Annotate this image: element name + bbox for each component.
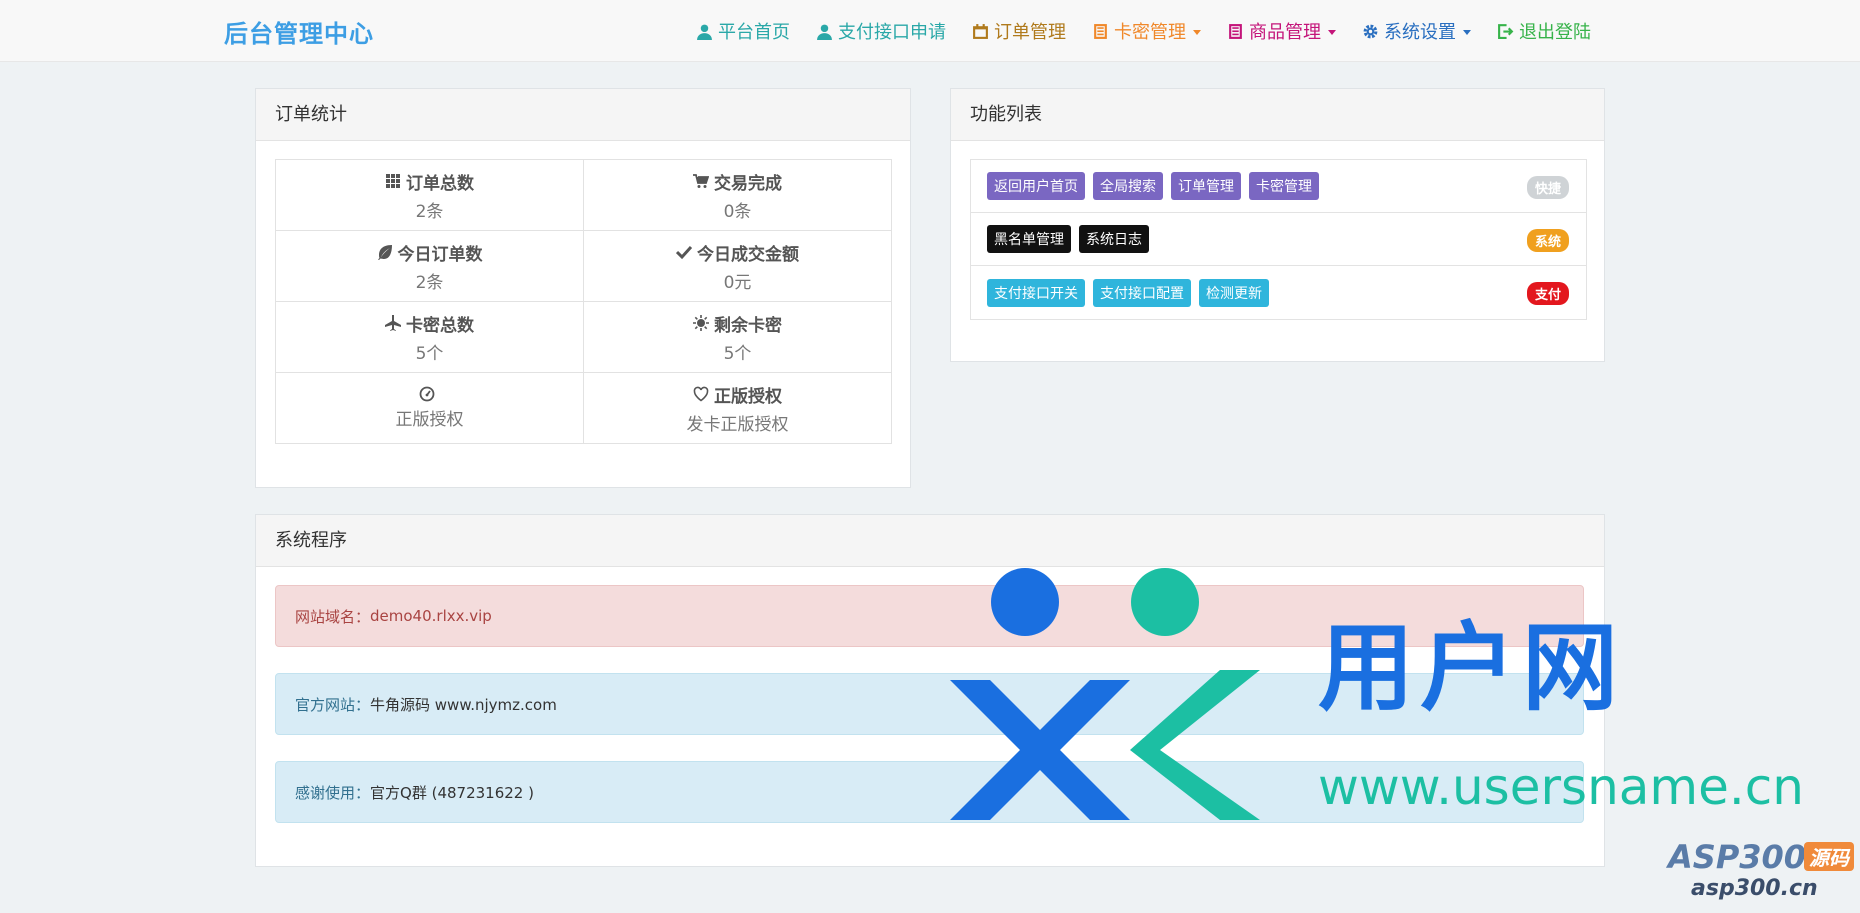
- nav-logout-label: 退出登陆: [1519, 22, 1591, 43]
- nav-orders[interactable]: 订单管理: [972, 18, 1066, 44]
- nav-products[interactable]: 商品管理: [1227, 18, 1336, 44]
- chevron-down-icon: [1328, 30, 1336, 35]
- stat-cell: 正版授权: [275, 372, 584, 444]
- stat-cell: 卡密总数 5个: [275, 301, 584, 373]
- table-row: 卡密总数 5个 剩余卡密 5个: [275, 301, 892, 373]
- stat-label: 剩余卡密: [714, 315, 782, 336]
- list-item: 返回用户首页 全局搜索 订单管理 卡密管理 快捷: [971, 160, 1586, 213]
- check-icon: [676, 245, 692, 260]
- watermark-asp-logo: ASP300: [1668, 838, 1807, 876]
- heart-icon: [693, 386, 709, 402]
- list-icon: [1229, 23, 1242, 39]
- user-icon: [817, 24, 832, 40]
- stat-label: 交易完成: [714, 173, 782, 194]
- domain-label: 网站域名：: [295, 607, 371, 626]
- function-list-panel: 功能列表 返回用户首页 全局搜索 订单管理 卡密管理 快捷 黑名单管理 系统日志…: [950, 88, 1605, 362]
- nav-cards-label: 卡密管理: [1114, 22, 1186, 43]
- official-site-label: 官方网站：: [295, 695, 371, 714]
- table-row: 今日订单数 2条 今日成交金额 0元: [275, 230, 892, 302]
- nav-pay-apply-label: 支付接口申请: [838, 22, 946, 43]
- stat-label: 正版授权: [714, 386, 782, 407]
- payment-badge: 支付: [1526, 282, 1569, 305]
- stat-label: 卡密总数: [406, 315, 474, 336]
- stat-cell: 正版授权 发卡正版授权: [583, 372, 892, 444]
- thanks-alert: 感谢使用： 官方Q群 (487231622 ): [275, 761, 1584, 823]
- dashboard-icon: [419, 386, 435, 402]
- system-badge: 系统: [1526, 229, 1569, 252]
- domain-alert: 网站域名： demo40.rlxx.vip: [275, 585, 1584, 647]
- nav-settings-label: 系统设置: [1384, 22, 1456, 43]
- cart-icon: [693, 174, 709, 188]
- stat-label: 今日订单数: [397, 244, 483, 265]
- list-item: 黑名单管理 系统日志 系统: [971, 213, 1586, 266]
- function-list: 返回用户首页 全局搜索 订单管理 卡密管理 快捷 黑名单管理 系统日志 系统 支…: [970, 159, 1587, 320]
- system-log-button[interactable]: 系统日志: [1079, 225, 1149, 253]
- stat-value: 0条: [723, 201, 752, 222]
- blacklist-button[interactable]: 黑名单管理: [987, 225, 1071, 253]
- stat-value: 2条: [415, 272, 444, 293]
- nav-pay-apply[interactable]: 支付接口申请: [816, 18, 946, 44]
- shortcut-badge: 快捷: [1526, 176, 1569, 199]
- stat-value: 正版授权: [395, 410, 464, 430]
- domain-value: demo40.rlxx.vip: [370, 607, 492, 625]
- nav-home-label: 平台首页: [718, 22, 790, 43]
- stat-cell: 订单总数 2条: [275, 159, 584, 231]
- stat-value: 0元: [723, 272, 752, 293]
- watermark-asp-url: asp300.cn: [1691, 876, 1818, 901]
- panel-title: 系统程序: [256, 515, 1604, 567]
- watermark-asp-badge: 源码: [1804, 842, 1854, 871]
- nav-cards[interactable]: 卡密管理: [1092, 18, 1201, 44]
- brand-title[interactable]: 后台管理中心: [224, 14, 374, 49]
- stat-cell: 交易完成 0条: [583, 159, 892, 231]
- panel-title: 订单统计: [256, 89, 910, 141]
- thanks-value: 官方Q群 (487231622 ): [370, 783, 534, 802]
- nav-products-label: 商品管理: [1249, 22, 1321, 43]
- nav-orders-label: 订单管理: [994, 22, 1066, 43]
- table-row: 正版授权 正版授权 发卡正版授权: [275, 372, 892, 444]
- sun-icon: [693, 315, 709, 331]
- stat-value: 5个: [415, 343, 444, 364]
- card-management-button[interactable]: 卡密管理: [1249, 172, 1319, 200]
- panel-title: 功能列表: [951, 89, 1604, 141]
- main-nav: 平台首页 支付接口申请 订单管理 卡密管理 商品管理 系统设置 退出登陆: [696, 18, 1591, 44]
- global-search-button[interactable]: 全局搜索: [1093, 172, 1163, 200]
- payment-switch-button[interactable]: 支付接口开关: [987, 278, 1085, 307]
- logout-icon: [1498, 23, 1514, 39]
- payment-config-button[interactable]: 支付接口配置: [1093, 278, 1191, 307]
- table-row: 订单总数 2条 交易完成 0条: [275, 159, 892, 231]
- stat-label: 今日成交金额: [697, 244, 799, 265]
- nav-logout[interactable]: 退出登陆: [1497, 18, 1591, 44]
- stat-value: 发卡正版授权: [686, 414, 789, 435]
- order-management-button[interactable]: 订单管理: [1171, 172, 1241, 200]
- grid-icon: [386, 174, 400, 188]
- chevron-down-icon: [1463, 30, 1471, 35]
- thanks-label: 感谢使用：: [295, 783, 371, 802]
- nav-settings[interactable]: 系统设置: [1362, 18, 1471, 44]
- stat-cell: 今日订单数 2条: [275, 230, 584, 302]
- stat-value: 5个: [723, 343, 752, 364]
- stat-label: 订单总数: [406, 173, 474, 194]
- calendar-icon: [973, 23, 988, 39]
- gear-icon: [1363, 24, 1378, 38]
- stat-cell: 今日成交金额 0元: [583, 230, 892, 302]
- order-stats-table: 订单总数 2条 交易完成 0条 今日订单数 2条 今日成交金额 0元 卡密总数 …: [275, 159, 892, 444]
- stat-value: 2条: [415, 201, 444, 222]
- top-navbar: 后台管理中心 平台首页 支付接口申请 订单管理 卡密管理 商品管理 系统设置 退…: [0, 0, 1860, 62]
- leaf-icon: [377, 245, 392, 260]
- list-icon: [1094, 23, 1107, 39]
- user-icon: [697, 24, 712, 40]
- system-program-panel: 系统程序 网站域名： demo40.rlxx.vip 官方网站： 牛角源码 ww…: [255, 514, 1605, 867]
- chevron-down-icon: [1193, 30, 1201, 35]
- nav-home[interactable]: 平台首页: [696, 18, 790, 44]
- return-user-home-button[interactable]: 返回用户首页: [987, 172, 1085, 200]
- check-update-button[interactable]: 检测更新: [1199, 278, 1269, 307]
- stat-cell: 剩余卡密 5个: [583, 301, 892, 373]
- list-item: 支付接口开关 支付接口配置 检测更新 支付: [971, 266, 1586, 319]
- order-stats-panel: 订单统计 订单总数 2条 交易完成 0条 今日订单数 2条 今日成交金额 0元 …: [255, 88, 911, 488]
- plane-icon: [385, 315, 401, 331]
- official-site-alert: 官方网站： 牛角源码 www.njymz.com: [275, 673, 1584, 735]
- official-site-value: 牛角源码 www.njymz.com: [370, 695, 557, 714]
